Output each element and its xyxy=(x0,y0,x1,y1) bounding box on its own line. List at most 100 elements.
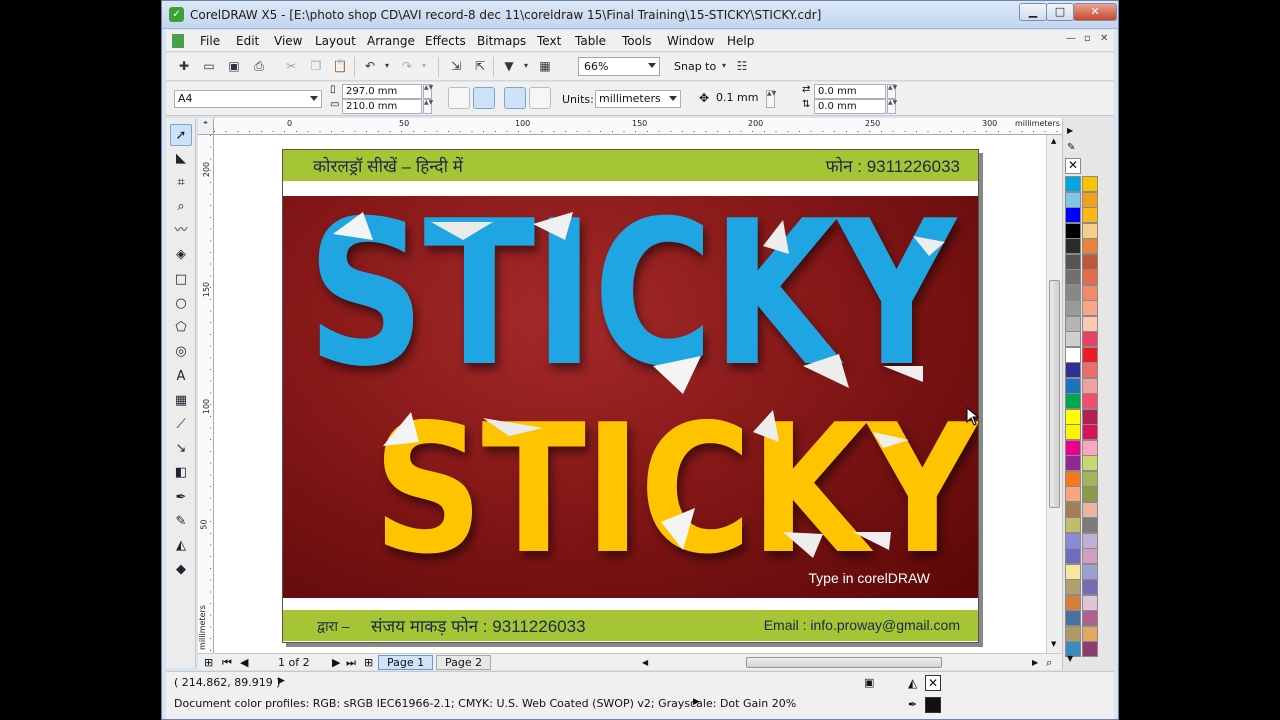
undo-icon[interactable]: ↶ xyxy=(362,58,378,74)
units-select[interactable]: millimeters xyxy=(595,90,681,108)
color-swatch[interactable] xyxy=(1065,424,1081,440)
width-spinner[interactable]: ▲▼ xyxy=(423,84,433,99)
new-document-icon[interactable]: ✚ xyxy=(176,58,192,74)
duplicate-distance-y-field[interactable]: 0.0 mm xyxy=(814,99,886,114)
color-swatch[interactable] xyxy=(1082,424,1098,440)
menu-layout[interactable]: Layout xyxy=(315,34,356,48)
color-swatch[interactable] xyxy=(1065,315,1081,332)
color-swatch[interactable] xyxy=(1065,222,1081,239)
color-swatch[interactable] xyxy=(1065,331,1081,347)
color-swatch[interactable] xyxy=(1082,641,1098,657)
color-swatch[interactable] xyxy=(1082,315,1098,332)
color-swatch[interactable] xyxy=(1082,625,1098,642)
color-swatch[interactable] xyxy=(1082,563,1098,580)
document-page[interactable]: कोरलड्रॉ सीखें – हिन्दी में फोन : 931122… xyxy=(282,149,979,643)
document-icon[interactable]: ▣ xyxy=(864,676,880,692)
menu-view[interactable]: View xyxy=(274,34,302,48)
add-page-before-icon[interactable]: ⊞ xyxy=(204,656,213,669)
color-swatch[interactable] xyxy=(1065,362,1081,378)
menu-table[interactable]: Table xyxy=(575,34,606,48)
height-spinner[interactable]: ▲▼ xyxy=(423,99,433,114)
outline-tool-icon[interactable]: ✎ xyxy=(170,511,192,533)
color-swatch[interactable] xyxy=(1082,269,1098,285)
import-icon[interactable]: ⇲ xyxy=(448,58,464,74)
landscape-button[interactable] xyxy=(473,87,495,109)
color-swatch[interactable] xyxy=(1082,470,1098,487)
paper-size-select[interactable]: A4 xyxy=(174,90,322,108)
color-swatch[interactable] xyxy=(1065,253,1081,270)
next-page-icon[interactable]: ▶ xyxy=(332,656,340,669)
outline-color-swatch[interactable] xyxy=(925,697,941,713)
menu-arrange[interactable]: Arrange xyxy=(367,34,415,48)
color-swatch[interactable] xyxy=(1065,610,1081,626)
color-swatch[interactable] xyxy=(1082,548,1098,564)
color-swatch[interactable] xyxy=(1065,455,1081,471)
zoom-tool-icon[interactable]: ⌕ xyxy=(170,196,192,218)
table-tool-icon[interactable]: ▦ xyxy=(170,390,192,412)
polygon-tool-icon[interactable]: ⬠ xyxy=(170,317,192,339)
color-swatch[interactable] xyxy=(1082,579,1098,595)
color-swatch[interactable] xyxy=(1082,610,1098,626)
open-folder-icon[interactable]: ▭ xyxy=(201,58,217,74)
shape-tool-icon[interactable]: ◣ xyxy=(170,148,192,170)
crop-tool-icon[interactable]: ⌗ xyxy=(170,172,192,194)
scroll-left-icon[interactable]: ◀ xyxy=(642,658,648,667)
color-swatch[interactable] xyxy=(1082,207,1098,223)
launcher-dropdown-icon[interactable]: ▾ xyxy=(518,58,534,74)
color-swatch[interactable] xyxy=(1065,517,1081,533)
vertical-scroll-thumb[interactable] xyxy=(1049,280,1060,508)
status-expand-icon[interactable]: ▶ xyxy=(278,676,285,686)
minimize-button[interactable]: ▁ xyxy=(1019,3,1047,21)
scroll-up-icon[interactable]: ▲ xyxy=(1051,137,1056,145)
color-swatch[interactable] xyxy=(1082,393,1098,409)
color-swatch[interactable] xyxy=(1065,176,1081,192)
freehand-tool-icon[interactable]: 〰 xyxy=(170,220,192,242)
basic-shapes-icon[interactable]: ◎ xyxy=(170,341,192,363)
fill-none-swatch[interactable]: ✕ xyxy=(925,675,941,691)
color-swatch[interactable] xyxy=(1082,362,1098,378)
profiles-expand-icon[interactable]: ▶ xyxy=(693,697,700,707)
color-swatch[interactable] xyxy=(1065,548,1081,564)
first-page-icon[interactable]: ⏮ xyxy=(222,656,232,670)
fill-bucket-icon[interactable]: ◭ xyxy=(908,676,924,692)
color-swatch[interactable] xyxy=(1082,284,1098,301)
maximize-button[interactable]: □ xyxy=(1046,3,1074,21)
fill-tool-icon[interactable]: ◭ xyxy=(170,535,192,557)
paste-icon[interactable]: 📋 xyxy=(332,58,348,74)
snap-dropdown-icon[interactable]: ▾ xyxy=(716,58,732,74)
cut-icon[interactable]: ✂ xyxy=(283,58,299,74)
color-swatch[interactable] xyxy=(1082,439,1098,456)
eyedropper-icon[interactable]: ✎ xyxy=(1067,142,1075,153)
drawing-canvas[interactable]: कोरलड्रॉ सीखें – हिन्दी में फोन : 931122… xyxy=(214,135,1046,653)
color-swatch[interactable] xyxy=(1065,393,1081,409)
save-icon[interactable]: ▣ xyxy=(226,58,242,74)
color-swatch[interactable] xyxy=(1082,377,1098,394)
color-swatch[interactable] xyxy=(1082,501,1098,518)
no-color-swatch[interactable]: ✕ xyxy=(1065,158,1081,174)
duplicate-distance-x-field[interactable]: 0.0 mm xyxy=(814,84,886,99)
last-page-icon[interactable]: ⏭ xyxy=(346,656,356,670)
print-icon[interactable]: ⎙ xyxy=(251,58,267,74)
menu-bitmaps[interactable]: Bitmaps xyxy=(477,34,526,48)
menu-window[interactable]: Window xyxy=(667,34,714,48)
interactive-fill-icon[interactable]: ◆ xyxy=(170,559,192,581)
page-height-field[interactable]: 210.0 mm xyxy=(342,99,422,114)
redo-icon[interactable]: ↷ xyxy=(399,58,415,74)
color-swatch[interactable] xyxy=(1082,300,1098,316)
color-swatch[interactable] xyxy=(1065,579,1081,595)
color-swatch[interactable] xyxy=(1065,284,1081,301)
welcome-screen-icon[interactable]: ▦ xyxy=(537,58,553,74)
color-swatch[interactable] xyxy=(1065,563,1081,580)
dimension-tool-icon[interactable]: ⟋ xyxy=(170,414,192,436)
doc-minimize-button[interactable]: — xyxy=(1066,33,1076,44)
color-swatch[interactable] xyxy=(1065,501,1081,518)
scroll-right-icon[interactable]: ▶ xyxy=(1032,658,1038,667)
smart-fill-icon[interactable]: ◈ xyxy=(170,244,192,266)
color-swatch[interactable] xyxy=(1065,625,1081,642)
document-icon[interactable] xyxy=(172,34,184,48)
ruler-origin[interactable]: ⌖ xyxy=(198,118,214,135)
connector-tool-icon[interactable]: ↘ xyxy=(170,438,192,460)
zoom-level-select[interactable]: 66% xyxy=(578,57,660,76)
tab-page-2[interactable]: Page 2 xyxy=(436,655,492,670)
horizontal-ruler[interactable]: 0 50 100 150 200 250 300 millimeters xyxy=(214,118,1062,135)
